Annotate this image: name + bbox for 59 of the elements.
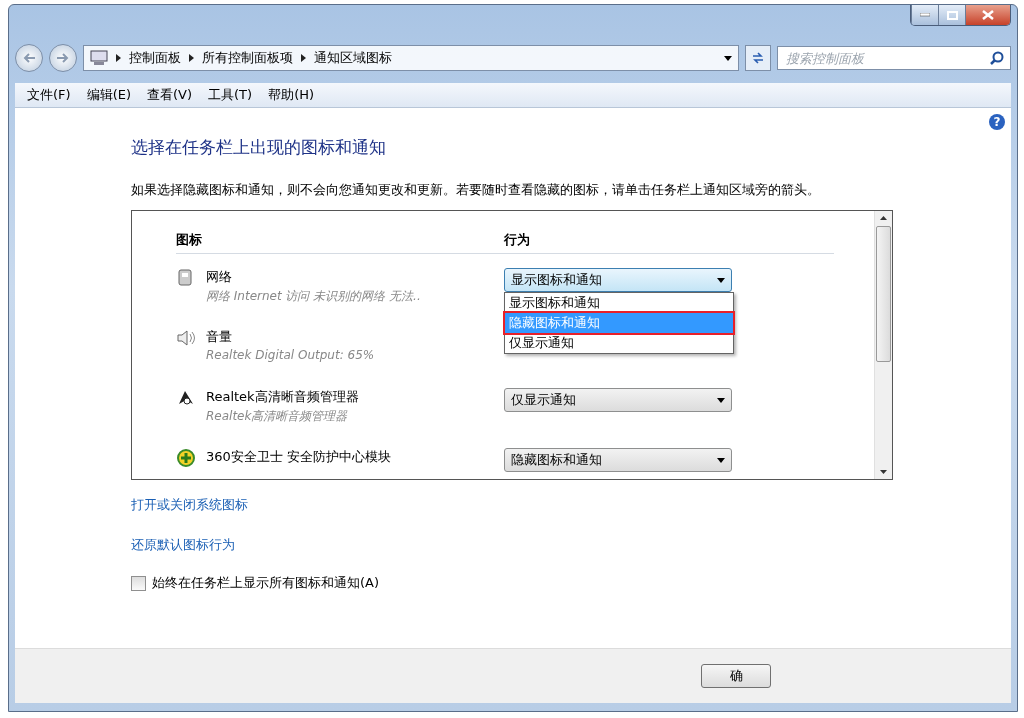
speaker-icon [176, 328, 196, 348]
icon-name: 360安全卫士 安全防护中心模块 [206, 448, 391, 466]
link[interactable]: 还原默认图标行为 [131, 536, 235, 554]
computer-icon [90, 50, 108, 66]
dialog-button[interactable]: 确 [701, 664, 771, 688]
back-button[interactable] [15, 44, 43, 72]
scrollbar[interactable] [874, 211, 892, 479]
close-icon [982, 10, 994, 20]
menu-item[interactable]: 查看(V) [139, 86, 201, 104]
page-heading: 选择在任务栏上出现的图标和通知 [131, 136, 387, 159]
icon-detail: 网络 Internet 访问 未识别的网络 无法.. [206, 288, 421, 305]
search-field[interactable]: 搜索控制面板 [777, 46, 1011, 70]
column-header: 行为 [504, 231, 530, 249]
checkbox[interactable] [131, 575, 146, 591]
icon-name: 音量 [206, 328, 233, 346]
forward-arrow-icon [57, 53, 69, 63]
dropdown-caret-icon [717, 277, 725, 283]
breadcrumb-item[interactable]: 控制面板 [129, 49, 181, 67]
search-icon [990, 51, 1004, 65]
maximize-icon [946, 10, 958, 20]
dropdown-caret-icon [724, 55, 732, 61]
menu-item[interactable]: 文件(F) [19, 86, 79, 104]
description-text: 如果选择隐藏图标和通知，则不会向您通知更改和更新。若要随时查看隐藏的图标，请单击任务栏上通知区域旁的箭头。 [131, 181, 821, 199]
scroll-down-icon [880, 470, 887, 474]
icon-name: 网络 [206, 268, 233, 286]
maximize-button[interactable] [938, 5, 965, 25]
breadcrumb-arrow-icon [189, 54, 194, 62]
checkbox-label: 始终在任务栏上显示所有图标和通知(A) [152, 574, 380, 592]
breadcrumb-item[interactable]: 通知区域图标 [314, 49, 392, 67]
scroll-up-icon [880, 216, 887, 220]
icon-detail: Realtek Digital Output: 65% [206, 348, 375, 362]
forward-button[interactable] [49, 44, 77, 72]
icon-detail: Realtek高清晰音频管理器 [206, 408, 349, 425]
refresh-arrows-icon [751, 52, 765, 64]
minimize-icon [920, 13, 930, 17]
behavior-dropdown[interactable]: 隐藏图标和通知 [504, 448, 732, 472]
address-bar[interactable]: 控制面板 所有控制面板项 通知区域图标 [83, 45, 739, 71]
dropdown-caret-icon [717, 397, 725, 403]
close-button[interactable] [965, 5, 1010, 25]
breadcrumb-arrow-icon [301, 54, 306, 62]
help-button[interactable]: ? [989, 114, 1005, 130]
behavior-dropdown[interactable]: 仅显示通知 [504, 388, 732, 412]
icon-name: Realtek高清晰音频管理器 [206, 388, 359, 406]
column-header: 图标 [176, 231, 202, 249]
behavior-dropdown[interactable]: 显示图标和通知 [504, 268, 732, 292]
plus-circle-icon [176, 448, 196, 468]
breadcrumb-arrow-icon [116, 54, 121, 62]
menu-item[interactable]: 编辑(E) [78, 86, 139, 104]
refresh-button[interactable] [745, 45, 771, 71]
menu-item[interactable]: 工具(T) [200, 86, 261, 104]
breadcrumb-item[interactable]: 所有控制面板项 [202, 49, 293, 67]
link[interactable]: 打开或关闭系统图标 [131, 496, 248, 514]
dropdown-option[interactable]: 仅显示通知 [505, 333, 733, 353]
dropdown-caret-icon [717, 457, 725, 463]
scrollbar-thumb[interactable] [876, 226, 891, 362]
menu-item[interactable]: 帮助(H) [260, 86, 323, 104]
dropdown-option[interactable]: 显示图标和通知 [505, 293, 733, 313]
minimize-button[interactable] [911, 5, 938, 25]
back-arrow-icon [23, 53, 35, 63]
